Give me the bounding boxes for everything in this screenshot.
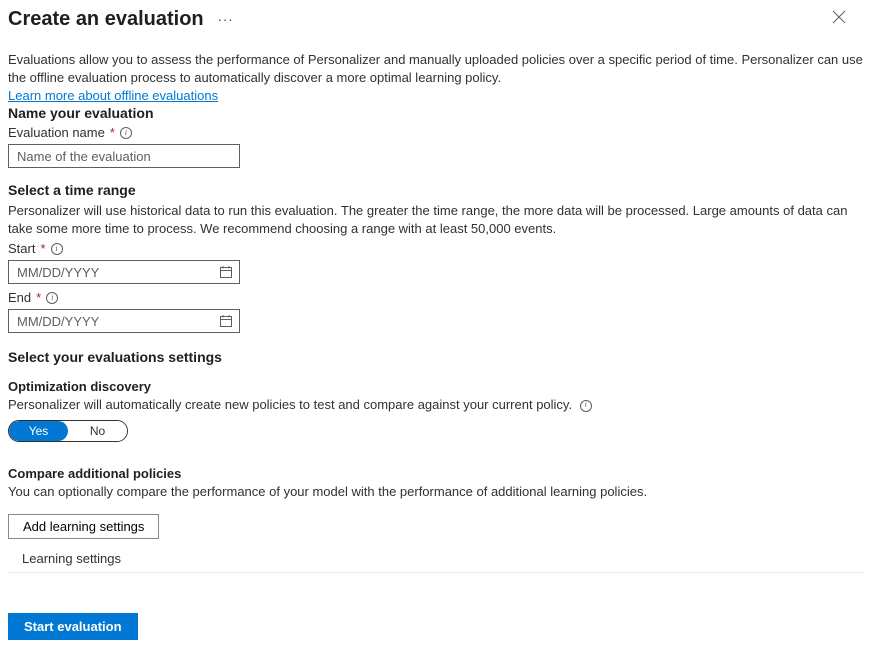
name-section-heading: Name your evaluation (8, 105, 864, 121)
time-range-heading: Select a time range (8, 182, 864, 198)
optimization-toggle[interactable]: Yes No (8, 420, 128, 442)
time-range-desc: Personalizer will use historical data to… (8, 202, 864, 237)
learn-more-link[interactable]: Learn more about offline evaluations (8, 88, 218, 103)
toggle-no[interactable]: No (68, 421, 127, 441)
more-actions-icon[interactable]: ··· (218, 12, 234, 27)
toggle-yes[interactable]: Yes (9, 421, 68, 441)
calendar-icon[interactable] (219, 265, 233, 279)
end-date-field[interactable] (8, 309, 240, 333)
info-icon[interactable]: i (580, 400, 592, 412)
end-date-label: End (8, 290, 31, 305)
close-icon[interactable] (832, 10, 846, 29)
calendar-icon[interactable] (219, 314, 233, 328)
info-icon[interactable]: i (51, 243, 63, 255)
end-date-input[interactable] (17, 310, 219, 332)
page-title: Create an evaluation (8, 8, 204, 31)
start-evaluation-button[interactable]: Start evaluation (8, 613, 138, 640)
settings-heading: Select your evaluations settings (8, 349, 864, 365)
evaluation-name-input[interactable] (8, 144, 240, 168)
info-icon[interactable]: i (120, 127, 132, 139)
info-icon[interactable]: i (46, 292, 58, 304)
required-indicator: * (36, 290, 41, 305)
compare-desc: You can optionally compare the performan… (8, 483, 864, 501)
learning-settings-header: Learning settings (8, 543, 864, 573)
compare-heading: Compare additional policies (8, 466, 864, 481)
optimization-desc: Personalizer will automatically create n… (8, 396, 864, 414)
start-date-label: Start (8, 241, 35, 256)
evaluation-name-label: Evaluation name (8, 125, 105, 140)
add-learning-settings-button[interactable]: Add learning settings (8, 514, 159, 539)
required-indicator: * (40, 241, 45, 256)
start-date-field[interactable] (8, 260, 240, 284)
intro-text: Evaluations allow you to assess the perf… (8, 51, 864, 86)
optimization-heading: Optimization discovery (8, 379, 864, 394)
start-date-input[interactable] (17, 261, 219, 283)
required-indicator: * (110, 125, 115, 140)
